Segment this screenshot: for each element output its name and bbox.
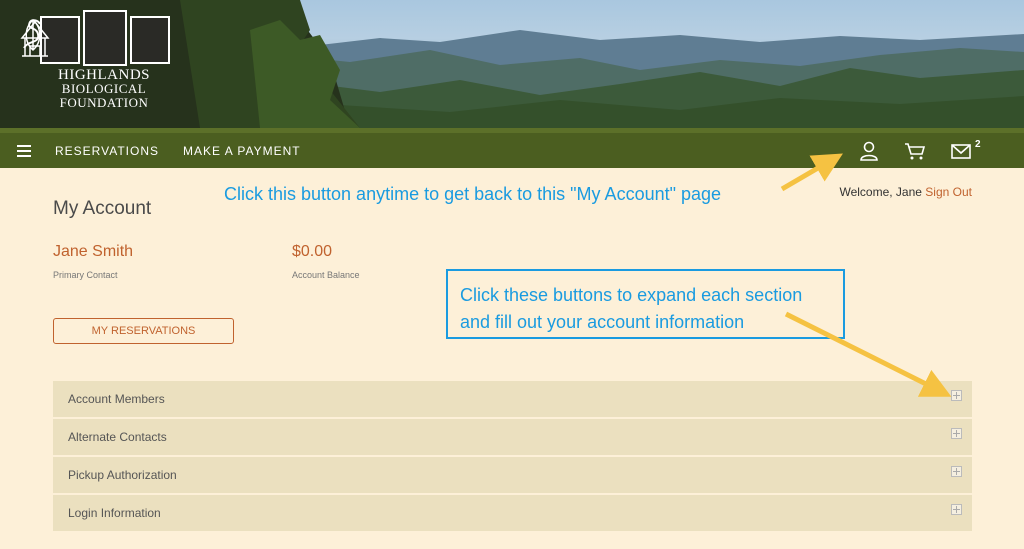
building-emblem-icon xyxy=(20,10,127,66)
contact-name: Jane Smith xyxy=(53,243,134,260)
page-title: My Account xyxy=(53,198,152,219)
logo-subtitle: BIOLOGICAL FOUNDATION xyxy=(59,81,149,110)
section-label: Pickup Authorization xyxy=(68,468,177,482)
section-login-information[interactable]: Login Information xyxy=(53,495,972,531)
main-nav: RESERVATIONS MAKE A PAYMENT 2 xyxy=(0,128,1024,168)
section-label: Login Information xyxy=(68,506,161,520)
section-account-members[interactable]: Account Members xyxy=(53,381,972,417)
my-reservations-button[interactable]: MY RESERVATIONS xyxy=(53,318,234,344)
annotation-expand-line1: Click these buttons to expand each secti… xyxy=(460,285,803,305)
welcome-area: Welcome, Jane Sign Out xyxy=(839,185,972,199)
message-count-badge: 2 xyxy=(975,139,981,150)
expand-plus-icon[interactable] xyxy=(951,504,962,515)
account-balance: $0.00 xyxy=(292,243,333,260)
account-sections: Account Members Alternate Contacts Picku… xyxy=(53,381,972,533)
section-pickup-authorization[interactable]: Pickup Authorization xyxy=(53,457,972,493)
section-alternate-contacts[interactable]: Alternate Contacts xyxy=(53,419,972,455)
contact-caption: Primary Contact xyxy=(53,270,118,280)
cart-icon[interactable] xyxy=(904,141,926,161)
expand-plus-icon[interactable] xyxy=(951,390,962,401)
sign-out-link[interactable]: Sign Out xyxy=(925,185,972,199)
expand-plus-icon[interactable] xyxy=(951,428,962,439)
hamburger-menu-icon[interactable] xyxy=(17,144,31,157)
nav-make-payment[interactable]: MAKE A PAYMENT xyxy=(183,144,301,158)
foundation-logo[interactable]: HIGHLANDS BIOLOGICAL FOUNDATION xyxy=(18,10,190,110)
nav-reservations[interactable]: RESERVATIONS xyxy=(55,144,159,158)
user-icon[interactable] xyxy=(858,141,880,161)
welcome-text: Welcome, Jane xyxy=(839,185,922,199)
salamander-emblem-icon xyxy=(23,16,170,64)
section-label: Account Members xyxy=(68,392,165,406)
annotation-expand-line2: and fill out your account information xyxy=(460,312,745,332)
annotation-expand-note: Click these buttons to expand each secti… xyxy=(446,269,845,339)
header-banner: HIGHLANDS BIOLOGICAL FOUNDATION xyxy=(0,0,1024,128)
mail-icon[interactable]: 2 xyxy=(950,139,981,161)
logo-title: HIGHLANDS xyxy=(58,67,150,83)
expand-plus-icon[interactable] xyxy=(951,466,962,477)
balance-caption: Account Balance xyxy=(292,270,360,280)
annotation-account-note: Click this button anytime to get back to… xyxy=(224,184,722,204)
section-label: Alternate Contacts xyxy=(68,430,167,444)
